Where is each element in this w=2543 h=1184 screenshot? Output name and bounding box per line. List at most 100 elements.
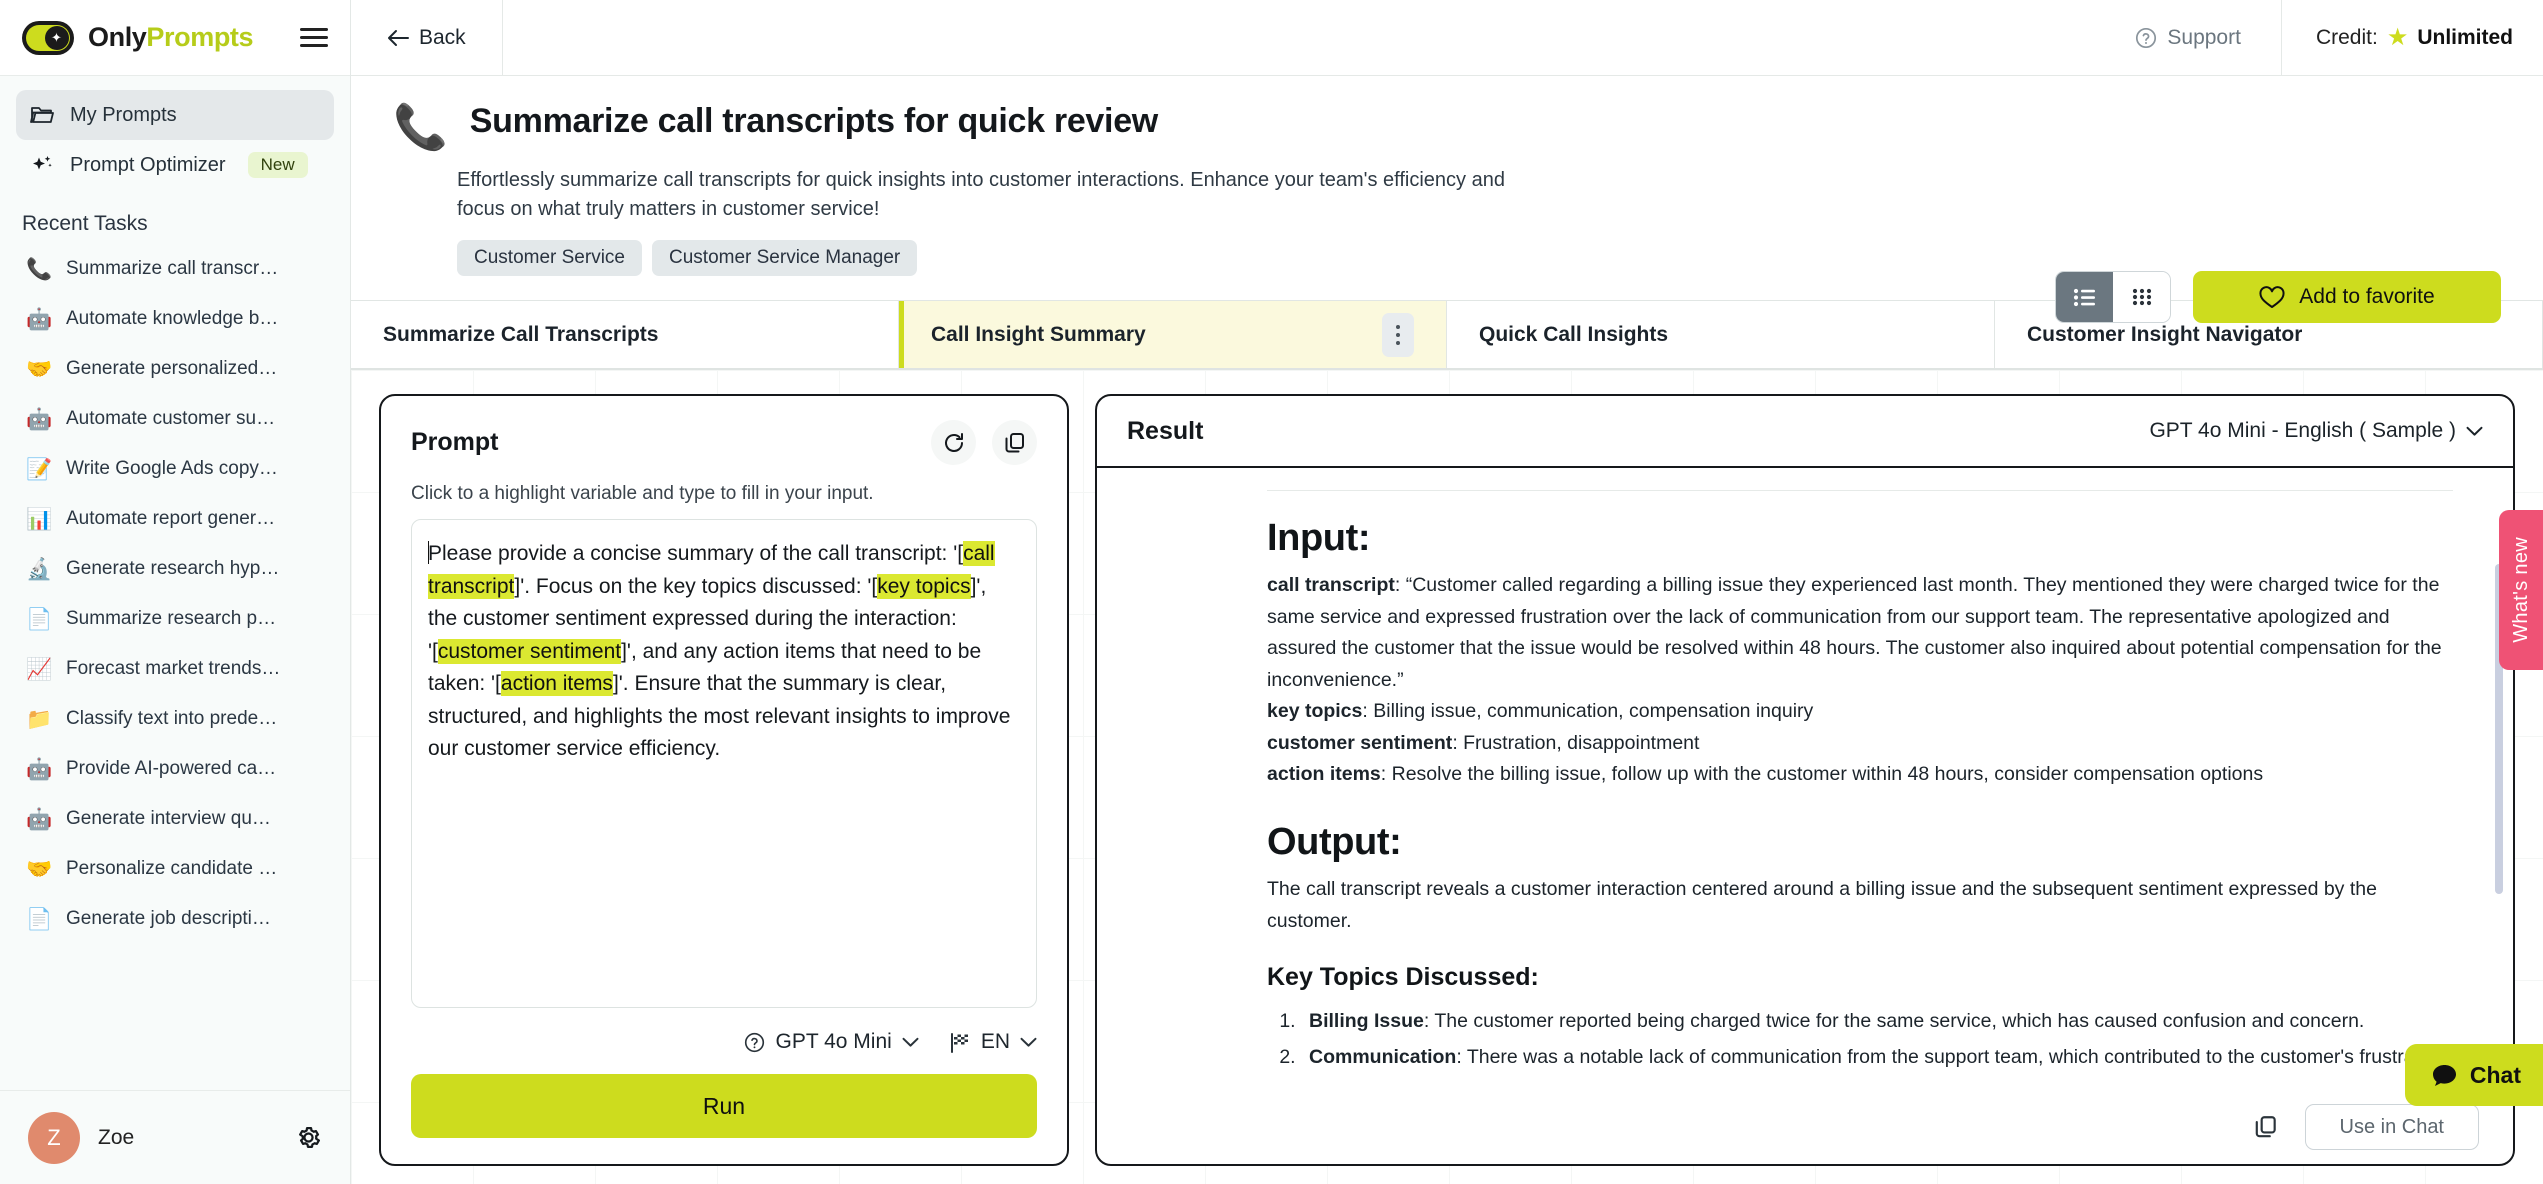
prompt-hint: Click to a highlight variable and type t… bbox=[411, 483, 874, 504]
output-items: Billing Issue: The customer reported bei… bbox=[1301, 1006, 2453, 1073]
model-label: GPT 4o Mini bbox=[775, 1030, 892, 1053]
sidebar-task-item[interactable]: 📄 Generate job description... bbox=[16, 894, 334, 944]
sidebar-task-item[interactable]: 📞 Summarize call transcrip... bbox=[16, 244, 334, 294]
task-emoji-icon: 🤖 bbox=[26, 407, 53, 431]
result-field: action items: Resolve the billing issue,… bbox=[1267, 759, 2453, 791]
task-emoji-icon: 🤖 bbox=[26, 757, 53, 781]
sidebar-task-item[interactable]: 🤖 Automate knowledge ba... bbox=[16, 294, 334, 344]
sidebar-task-item[interactable]: 🤝 Generate personalized r... bbox=[16, 344, 334, 394]
result-field: key topics: Billing issue, communication… bbox=[1267, 696, 2453, 728]
menu-toggle-icon[interactable] bbox=[300, 23, 328, 52]
language-selector[interactable]: EN bbox=[949, 1030, 1037, 1054]
copy-icon[interactable] bbox=[992, 420, 1037, 465]
sidebar-task-label: Generate personalized r... bbox=[66, 358, 281, 379]
sidebar-item-my-prompts[interactable]: My Prompts bbox=[16, 90, 334, 140]
sidebar-item-prompt-optimizer[interactable]: Prompt Optimizer New bbox=[16, 140, 334, 190]
sidebar-user-area: Z Zoe bbox=[0, 1090, 350, 1184]
sidebar-task-item[interactable]: 🤝 Personalize candidate o... bbox=[16, 844, 334, 894]
arrow-left-icon bbox=[387, 29, 409, 47]
sidebar-task-item[interactable]: 📊 Automate report generat... bbox=[16, 494, 334, 544]
task-emoji-icon: 🤝 bbox=[26, 857, 53, 881]
result-field-key: action items bbox=[1267, 763, 1381, 786]
tab-label: Summarize Call Transcripts bbox=[383, 322, 659, 346]
whats-new-tab[interactable]: What's new bbox=[2499, 510, 2543, 670]
output-item-value: : The customer reported being charged tw… bbox=[1423, 1010, 2365, 1033]
sidebar-task-item[interactable]: 📄 Summarize research pap... bbox=[16, 594, 334, 644]
task-emoji-icon: 🤝 bbox=[26, 357, 53, 381]
output-item-key: Communication bbox=[1309, 1045, 1457, 1068]
result-model-selector[interactable]: GPT 4o Mini - English ( Sample ) bbox=[2149, 419, 2483, 443]
prompt-variable[interactable]: customer sentiment bbox=[437, 638, 622, 664]
page-header: 📞 Summarize call transcripts for quick r… bbox=[351, 76, 2543, 323]
tag-chip[interactable]: Customer Service bbox=[457, 240, 642, 276]
result-field: customer sentiment: Frustration, disappo… bbox=[1267, 728, 2453, 760]
chevron-down-icon bbox=[1020, 1037, 1037, 1048]
chat-bubble-icon bbox=[2431, 1063, 2458, 1088]
panels-area: Prompt Click to a highlight variable and… bbox=[351, 370, 2543, 1184]
help-circle-icon bbox=[2135, 27, 2157, 49]
support-button[interactable]: Support bbox=[2095, 0, 2282, 76]
result-field-value: : Billing issue, communication, compensa… bbox=[1362, 700, 1814, 723]
result-field-value: : Resolve the billing issue, follow up w… bbox=[1380, 763, 2264, 786]
model-selector[interactable]: GPT 4o Mini bbox=[744, 1030, 919, 1054]
chat-label: Chat bbox=[2469, 1061, 2521, 1088]
sidebar-task-label: Automate customer sup... bbox=[66, 408, 281, 429]
tab-item[interactable]: Call Insight Summary bbox=[899, 301, 1447, 368]
task-emoji-icon: 🤖 bbox=[26, 307, 53, 331]
sidebar-task-item[interactable]: 📁 Classify text into predefi... bbox=[16, 694, 334, 744]
topbar: Back Support Credit: ★ Unlimited bbox=[351, 0, 2543, 76]
use-in-chat-button[interactable]: Use in Chat bbox=[2304, 1104, 2479, 1150]
sidebar-task-item[interactable]: 📝 Write Google Ads copy v... bbox=[16, 444, 334, 494]
result-field: call transcript: “Customer called regard… bbox=[1267, 570, 2453, 696]
tab-more-icon[interactable] bbox=[1382, 312, 1414, 357]
result-field-value: : “Customer called regarding a billing i… bbox=[1267, 574, 2442, 691]
support-label: Support bbox=[2167, 25, 2241, 49]
prompt-variable[interactable]: key topics bbox=[877, 573, 971, 599]
sidebar-task-label: Generate research hypot... bbox=[66, 558, 281, 579]
prompt-input[interactable]: Please provide a concise summary of the … bbox=[411, 519, 1037, 1008]
result-field-key: key topics bbox=[1267, 700, 1363, 723]
user-name: Zoe bbox=[98, 1125, 135, 1149]
onlyprompts-logo-icon: ✦ bbox=[22, 20, 74, 55]
gear-icon[interactable] bbox=[295, 1124, 322, 1151]
sidebar-task-item[interactable]: 🔬 Generate research hypot... bbox=[16, 544, 334, 594]
star-icon: ★ bbox=[2386, 24, 2409, 51]
sidebar-task-item[interactable]: 🤖 Provide AI-powered cand... bbox=[16, 744, 334, 794]
run-button[interactable]: Run bbox=[411, 1074, 1037, 1138]
avatar[interactable]: Z bbox=[28, 1111, 80, 1164]
output-item-key: Billing Issue bbox=[1309, 1010, 1424, 1033]
tab-item[interactable]: Quick Call Insights bbox=[1447, 301, 1995, 368]
sidebar-task-item[interactable]: 🤖 Automate customer sup... bbox=[16, 394, 334, 444]
back-button[interactable]: Back bbox=[351, 0, 503, 76]
sidebar-item-label: My Prompts bbox=[70, 103, 177, 126]
sidebar-task-item[interactable]: 🤖 Generate interview ques... bbox=[16, 794, 334, 844]
page-title: Summarize call transcripts for quick rev… bbox=[469, 102, 1158, 140]
result-footer: Use in Chat bbox=[1097, 1090, 2513, 1164]
task-emoji-icon: 📞 bbox=[26, 257, 53, 281]
main-area: Back Support Credit: ★ Unlimited 📞 Summa… bbox=[351, 0, 2543, 1184]
topbar-right: Support Credit: ★ Unlimited bbox=[2095, 0, 2543, 76]
prompt-text: Please provide a concise summary of the … bbox=[428, 541, 1010, 760]
tag-chip[interactable]: Customer Service Manager bbox=[652, 240, 918, 276]
sidebar-task-label: Provide AI-powered cand... bbox=[66, 758, 281, 779]
chat-button[interactable]: Chat bbox=[2404, 1044, 2543, 1106]
tab-label: Call Insight Summary bbox=[931, 322, 1146, 346]
refresh-icon[interactable] bbox=[931, 420, 976, 465]
sidebar-task-label: Summarize call transcrip... bbox=[66, 258, 281, 279]
sidebar-task-label: Write Google Ads copy v... bbox=[66, 458, 281, 479]
result-panel-header: Result GPT 4o Mini - English ( Sample ) bbox=[1097, 396, 2513, 468]
sidebar-task-item[interactable]: 📈 Forecast market trends ... bbox=[16, 644, 334, 694]
brand-name-part2: Prompts bbox=[146, 22, 254, 52]
task-emoji-icon: 📁 bbox=[26, 707, 53, 731]
prompt-variable[interactable]: action items bbox=[500, 671, 613, 697]
prompt-panel-header: Prompt bbox=[411, 420, 1037, 465]
sidebar-task-label: Automate report generat... bbox=[66, 508, 281, 529]
sidebar: ✦ OnlyPrompts My Prompts Prompt Optimize… bbox=[0, 0, 351, 1184]
phone-icon: 📞 bbox=[393, 103, 448, 152]
tab-item[interactable]: Summarize Call Transcripts bbox=[351, 301, 899, 368]
task-emoji-icon: 📄 bbox=[26, 907, 53, 931]
sidebar-task-label: Summarize research pap... bbox=[66, 608, 281, 629]
sidebar-task-label: Classify text into predefi... bbox=[66, 708, 281, 729]
copy-result-icon[interactable] bbox=[2253, 1114, 2279, 1140]
tab-item[interactable]: Customer Insight Navigator bbox=[1995, 301, 2543, 368]
